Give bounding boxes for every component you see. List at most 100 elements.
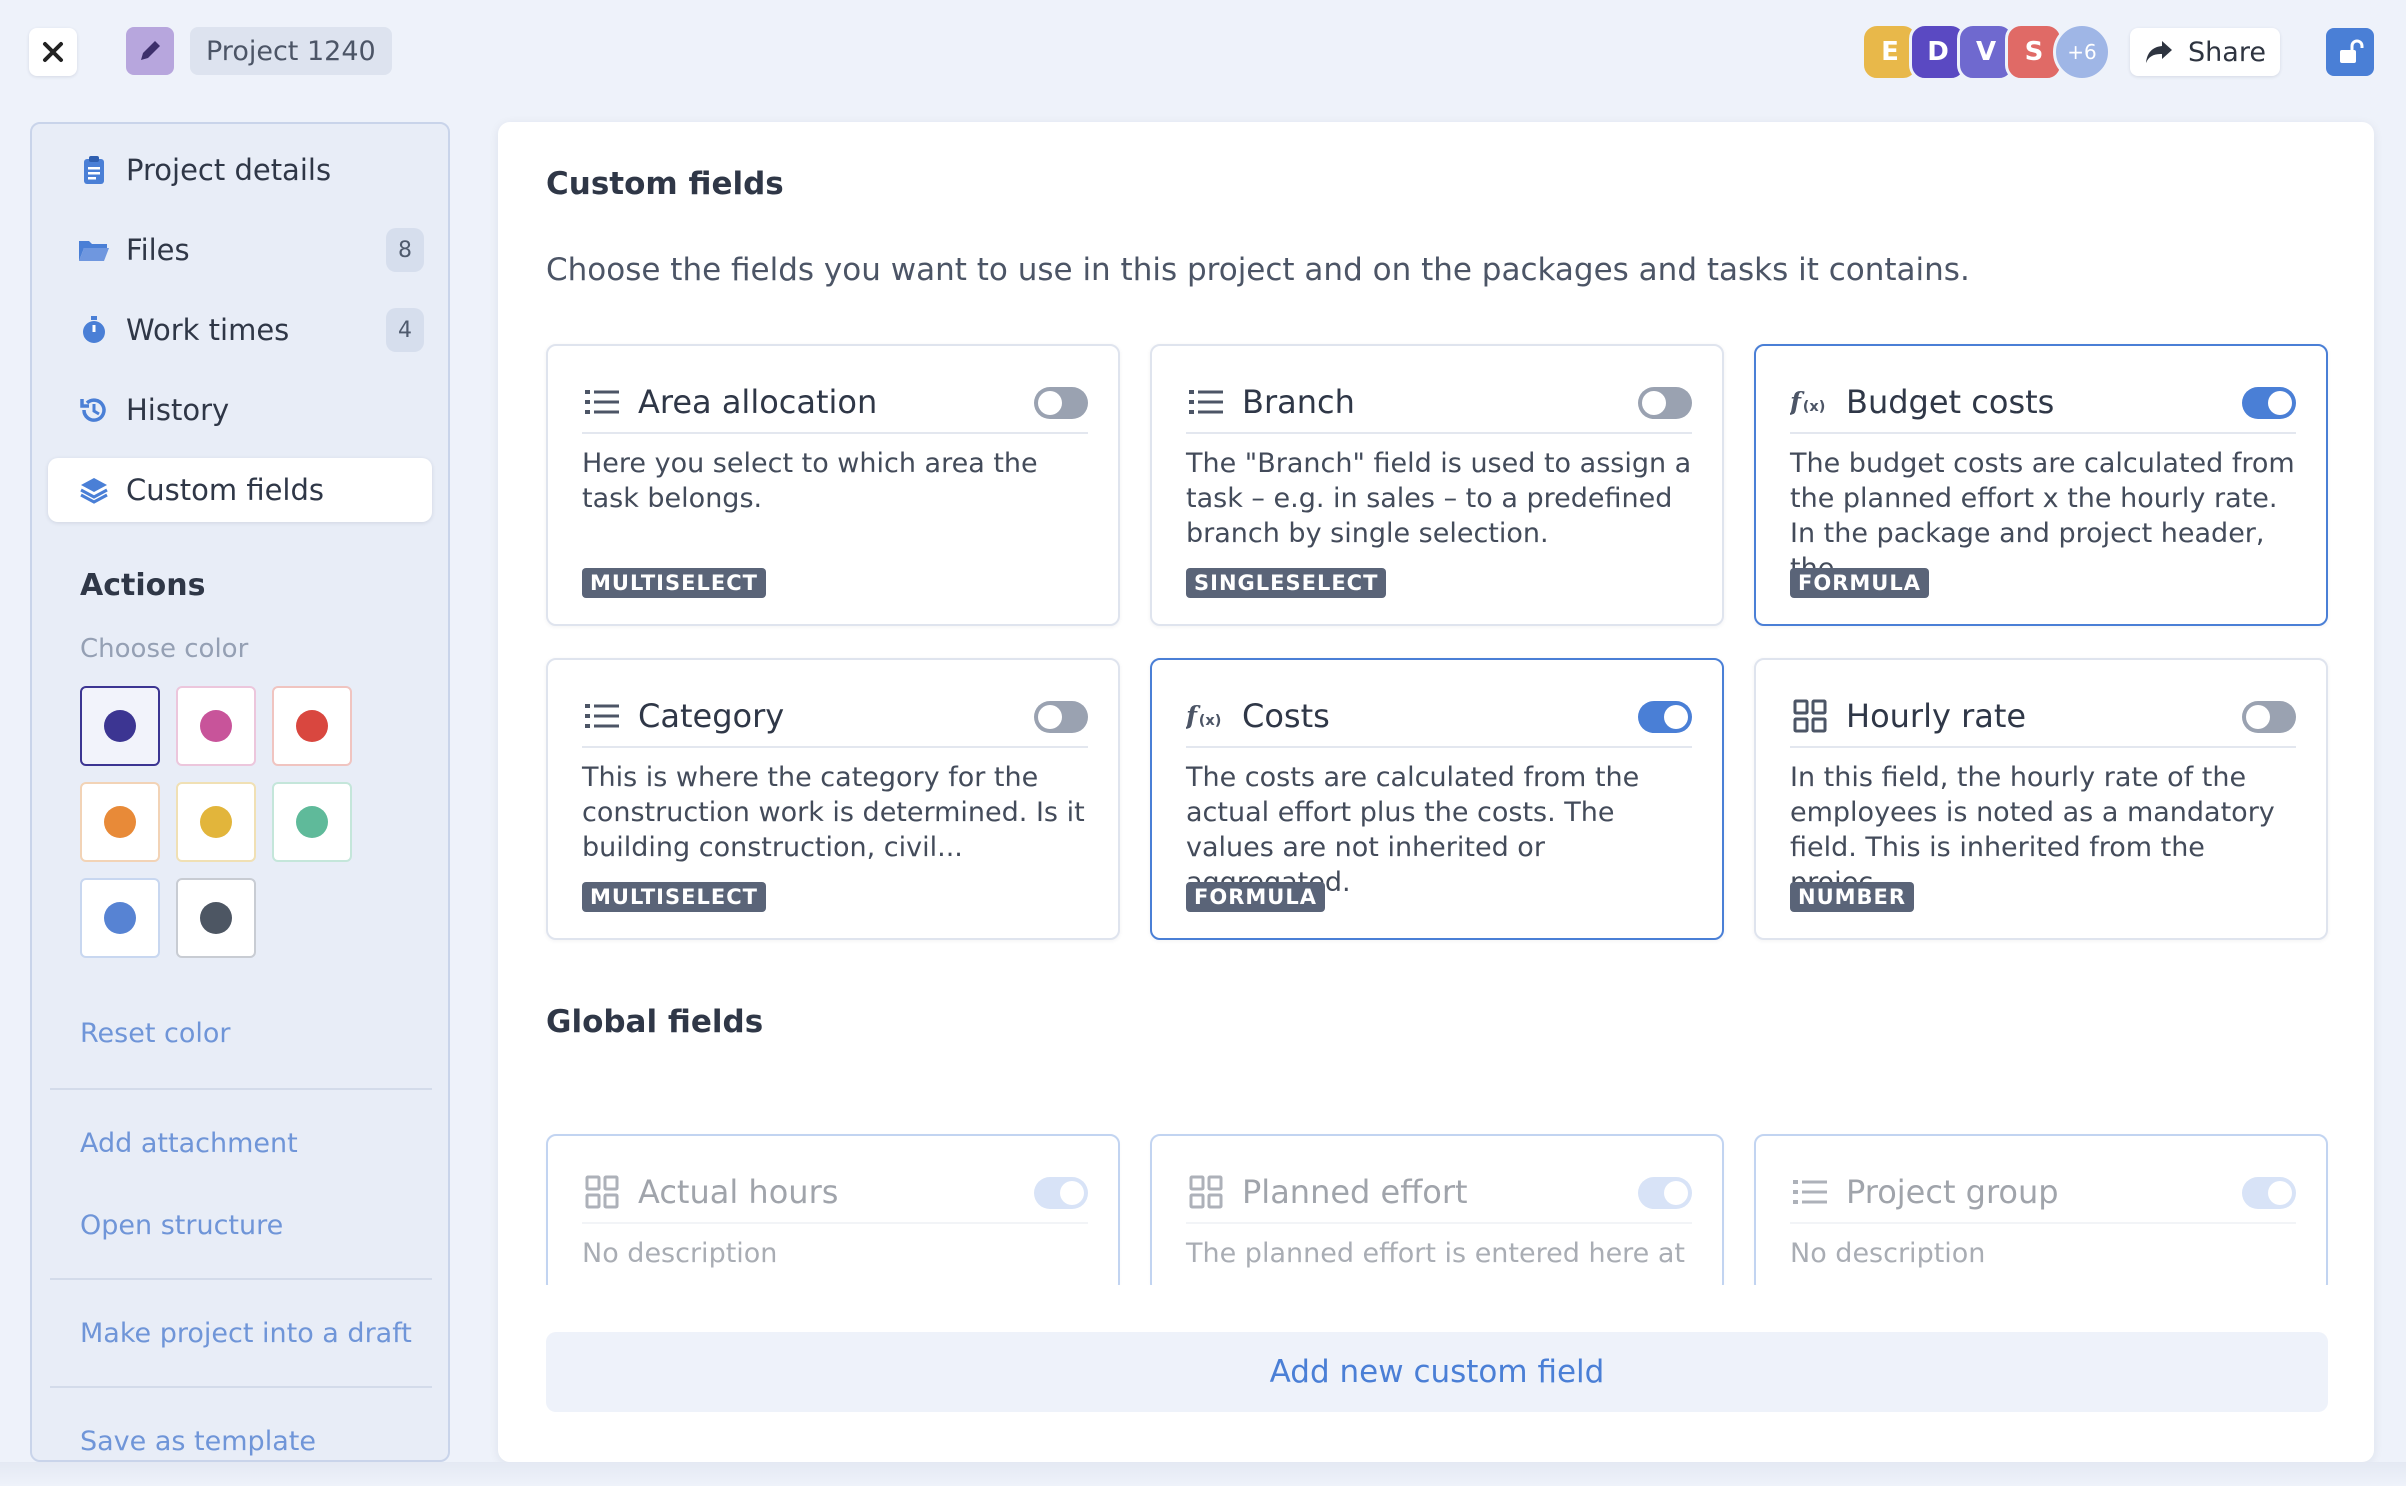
edit-project-button[interactable] (126, 27, 174, 75)
close-icon (43, 42, 63, 62)
custom-fields-heading: Custom fields (546, 166, 784, 202)
field-type-tag: FORMULA (1186, 882, 1325, 912)
svg-text:(x): (x) (1199, 713, 1222, 729)
field-card-branch[interactable]: Branch The "Branch" field is used to ass… (1150, 344, 1724, 626)
choose-color-label: Choose color (80, 634, 249, 664)
list-icon (582, 382, 622, 422)
member-avatars[interactable]: E D V S +6 (1861, 23, 2111, 81)
layers-icon (76, 472, 112, 508)
field-toggle[interactable] (1034, 1177, 1088, 1209)
count-badge: 4 (386, 308, 424, 352)
list-icon (1790, 1172, 1830, 1212)
field-card-category[interactable]: Category This is where the category for … (546, 658, 1120, 940)
card-description: The planned effort is entered here at (1186, 1238, 1686, 1269)
stopwatch-icon (76, 312, 112, 348)
field-type-tag: MULTISELECT (582, 568, 766, 598)
custom-fields-description: Choose the fields you want to use in thi… (546, 252, 1970, 288)
formula-icon: f (x) (1790, 382, 1830, 422)
make-draft-link[interactable]: Make project into a draft (80, 1318, 412, 1349)
color-swatch[interactable] (176, 782, 256, 862)
field-toggle[interactable] (1638, 387, 1692, 419)
pencil-icon (141, 41, 160, 60)
field-toggle[interactable] (2242, 387, 2296, 419)
sidebar-item-custom-fields[interactable]: Custom fields (48, 458, 432, 522)
divider (50, 1278, 432, 1280)
add-custom-field-button[interactable]: Add new custom field (546, 1332, 2328, 1412)
card-title: Area allocation (638, 383, 878, 421)
card-description: No description (582, 1238, 778, 1269)
color-swatch[interactable] (80, 878, 160, 958)
field-type-tag: NUMBER (1790, 882, 1915, 912)
divider (50, 1088, 432, 1090)
card-title: Budget costs (1846, 383, 2055, 421)
sidebar-item-label: Custom fields (126, 473, 325, 507)
number-icon (1186, 1172, 1226, 1212)
close-button[interactable] (29, 28, 77, 76)
actions-heading: Actions (80, 568, 206, 603)
card-title: Project group (1846, 1173, 2059, 1211)
card-description: No description (1790, 1238, 1986, 1269)
global-card-project-group[interactable]: Project group No description (1754, 1134, 2328, 1294)
field-card-hourly-rate[interactable]: Hourly rate In this field, the hourly ra… (1754, 658, 2328, 940)
sidebar-item-files[interactable]: Files 8 (48, 218, 432, 282)
unlock-icon (2340, 39, 2364, 63)
sidebar-item-history[interactable]: History (48, 378, 432, 442)
unlock-button[interactable] (2326, 28, 2374, 76)
card-description: In this field, the hourly rate of the em… (1790, 762, 2275, 898)
field-card-costs[interactable]: f (x) Costs The costs are calculated from… (1150, 658, 1724, 940)
open-structure-link[interactable]: Open structure (80, 1210, 283, 1241)
field-toggle[interactable] (2242, 1177, 2296, 1209)
color-swatch[interactable] (272, 686, 352, 766)
svg-text:(x): (x) (1803, 399, 1826, 415)
sidebar-item-work-times[interactable]: Work times 4 (48, 298, 432, 362)
global-card-planned-effort[interactable]: Planned effort The planned effort is ent… (1150, 1134, 1724, 1294)
project-title[interactable]: Project 1240 (190, 27, 392, 75)
card-title: Actual hours (638, 1173, 839, 1211)
formula-icon: f (x) (1186, 696, 1226, 736)
sidebar-item-label: Files (126, 233, 190, 267)
color-swatch[interactable] (80, 686, 160, 766)
field-card-budget-costs[interactable]: f (x) Budget costs The budget costs are c… (1754, 344, 2328, 626)
divider (50, 1386, 432, 1388)
list-icon (1186, 382, 1226, 422)
field-toggle[interactable] (1034, 387, 1088, 419)
field-type-tag: MULTISELECT (582, 882, 766, 912)
folder-icon (76, 232, 112, 268)
sidebar-item-label: History (126, 393, 230, 427)
card-title: Costs (1242, 697, 1330, 735)
number-icon (582, 1172, 622, 1212)
custom-fields-panel: Custom fields Choose the fields you want… (498, 122, 2374, 1462)
save-template-link[interactable]: Save as template (80, 1426, 316, 1457)
field-toggle[interactable] (1034, 701, 1088, 733)
field-type-tag: SINGLESELECT (1186, 568, 1387, 598)
add-attachment-link[interactable]: Add attachment (80, 1128, 298, 1159)
sidebar-item-label: Project details (126, 153, 332, 187)
field-card-area-allocation[interactable]: Area allocation Here you select to which… (546, 344, 1120, 626)
card-title: Branch (1242, 383, 1355, 421)
more-members-badge[interactable]: +6 (2053, 23, 2111, 81)
field-toggle[interactable] (1638, 1177, 1692, 1209)
reset-color-link[interactable]: Reset color (80, 1018, 231, 1049)
field-toggle[interactable] (1638, 701, 1692, 733)
card-description: The budget costs are calculated from the… (1790, 448, 2295, 584)
color-swatch[interactable] (272, 782, 352, 862)
share-icon (2146, 41, 2173, 63)
card-description: This is where the category for the const… (582, 762, 1085, 863)
field-toggle[interactable] (2242, 701, 2296, 733)
card-description: Here you select to which area the task b… (582, 448, 1038, 514)
card-description: The costs are calculated from the actual… (1186, 762, 1640, 898)
color-swatch[interactable] (80, 782, 160, 862)
global-card-actual-hours[interactable]: Actual hours No description (546, 1134, 1120, 1294)
color-swatch[interactable] (176, 686, 256, 766)
number-icon (1790, 696, 1830, 736)
color-swatch[interactable] (176, 878, 256, 958)
sidebar-item-project-details[interactable]: Project details (48, 138, 432, 202)
global-fields-heading: Global fields (546, 1004, 764, 1040)
sidebar: Project details Files 8 Work times 4 His… (30, 122, 450, 1462)
history-icon (76, 392, 112, 428)
list-icon (582, 696, 622, 736)
card-title: Planned effort (1242, 1173, 1468, 1211)
count-badge: 8 (386, 228, 424, 272)
sidebar-item-label: Work times (126, 313, 290, 347)
share-button[interactable]: Share (2130, 28, 2280, 76)
